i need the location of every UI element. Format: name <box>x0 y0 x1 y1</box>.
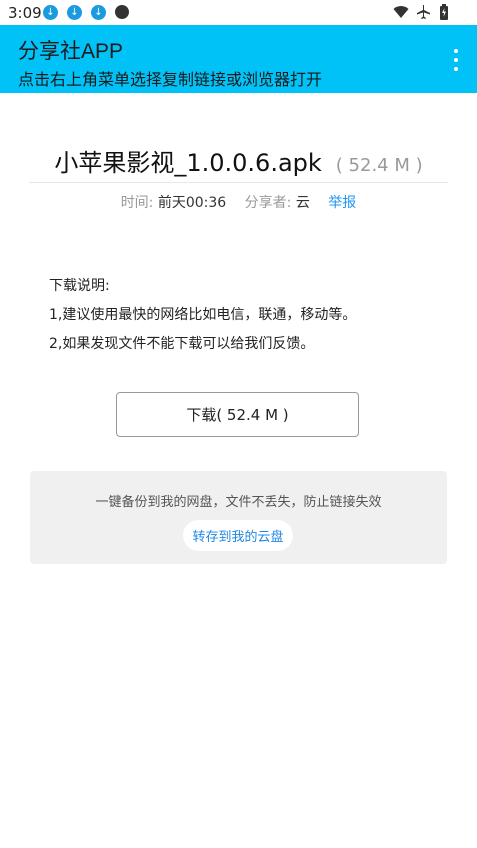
time-value: 前天00:36 <box>157 195 227 211</box>
download-icon: ↓ <box>91 5 106 20</box>
app-title: 分享社APP <box>18 40 124 63</box>
time-label: 时间: <box>120 195 154 211</box>
divider <box>29 182 448 183</box>
download-icon: ↓ <box>43 5 58 20</box>
download-icon: ↓ <box>67 5 82 20</box>
save-to-cloud-button[interactable]: 转存到我的云盘 <box>183 520 293 551</box>
report-link[interactable]: 举报 <box>328 195 356 211</box>
sharer-label: 分享者: <box>244 195 292 211</box>
status-bar: 3:09 ↓ ↓ ↓ <box>0 0 477 25</box>
save-to-cloud-card: 一键备份到我的网盘，文件不丢失，防止链接失效 转存到我的云盘 <box>30 471 447 564</box>
status-time: 3:09 <box>8 4 42 22</box>
instructions-line-1: 1,建议使用最快的网络比如电信，联通，移动等。 <box>49 307 357 323</box>
file-size: ( 52.4 M ) <box>335 155 423 176</box>
app-bar: 分享社APP 点击右上角菜单选择复制链接或浏览器打开 <box>0 25 477 93</box>
file-name: 小苹果影视_1.0.0.6.apk <box>54 149 322 177</box>
save-to-cloud-text: 一键备份到我的网盘，文件不丢失，防止链接失效 <box>95 495 382 510</box>
wifi-icon <box>393 6 409 18</box>
more-options-icon[interactable] <box>453 49 459 71</box>
app-subtitle: 点击右上角菜单选择复制链接或浏览器打开 <box>18 70 323 89</box>
download-button[interactable]: 下载( 52.4 M ) <box>116 392 359 437</box>
download-instructions: 下载说明: 1,建议使用最快的网络比如电信，联通，移动等。 2,如果发现文件不能… <box>49 278 356 365</box>
battery-icon <box>440 4 448 20</box>
sharer-value: 云 <box>295 195 310 211</box>
instructions-line-2: 2,如果发现文件不能下载可以给我们反馈。 <box>49 336 315 352</box>
file-meta: 时间: 前天00:36 分享者: 云 举报 <box>0 192 477 212</box>
airplane-mode-icon <box>417 5 430 19</box>
dot-icon <box>115 5 129 19</box>
instructions-heading: 下载说明: <box>49 278 110 294</box>
file-header: 小苹果影视_1.0.0.6.apk ( 52.4 M ) <box>0 143 477 178</box>
